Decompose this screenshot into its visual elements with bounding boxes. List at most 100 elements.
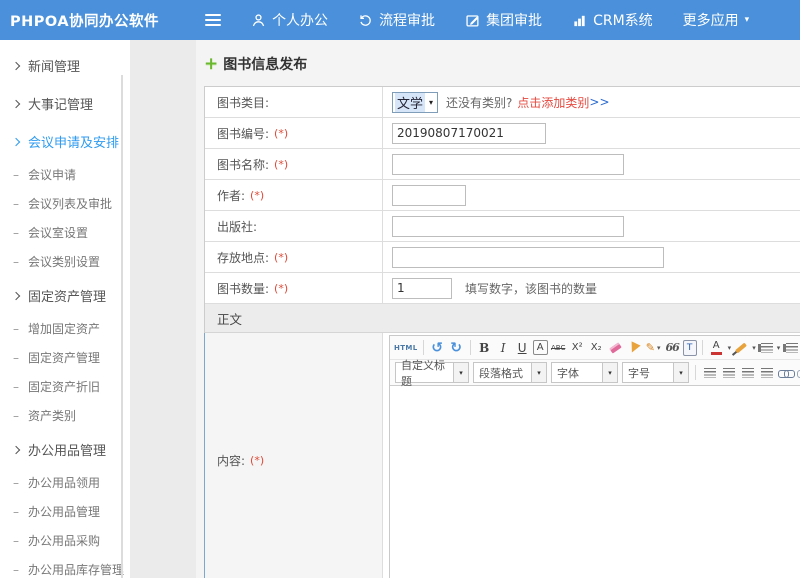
plus-icon: + (204, 56, 218, 73)
remove-link-button[interactable] (796, 363, 800, 383)
book-name-input[interactable] (392, 154, 624, 175)
font-family-select[interactable]: 字体 ▾ (551, 362, 618, 383)
ordered-list-icon (761, 343, 773, 353)
rich-text-editor: HTML ↺ ↻ B I U A ABC X² X₂ ✎ (389, 335, 800, 578)
location-input[interactable] (392, 247, 664, 268)
required-marker: (*) (274, 282, 288, 295)
align-justify-button[interactable] (758, 363, 775, 383)
field-label: 图书数量: (217, 280, 269, 297)
nav-item-crm-system[interactable]: CRM系统 (572, 10, 653, 30)
field-label: 作者: (217, 187, 245, 204)
sidebar-group-memorabilia[interactable]: 大事记管理 (0, 84, 130, 122)
sidebar-item-supplies-claim[interactable]: 办公用品领用 (0, 468, 130, 497)
chevron-right-icon (12, 99, 20, 107)
eraser-button[interactable] (607, 338, 624, 358)
align-right-button[interactable] (739, 363, 756, 383)
sidebar-group-office-supplies[interactable]: 办公用品管理 (0, 430, 130, 468)
publisher-input[interactable] (392, 216, 624, 237)
sidebar-item-asset-category[interactable]: 资产类别 (0, 401, 130, 430)
format-clear-button[interactable] (626, 338, 643, 358)
required-marker: (*) (274, 251, 288, 264)
author-input[interactable] (392, 185, 466, 206)
sidebar-item-supplies-inventory[interactable]: 办公用品库存管理 (0, 555, 130, 578)
format-painter-button[interactable]: ✎▾ (645, 338, 662, 358)
menu-toggle-icon[interactable] (205, 14, 221, 26)
sidebar-item-supplies-manage[interactable]: 办公用品管理 (0, 497, 130, 526)
sidebar-item-meeting-category[interactable]: 会议类别设置 (0, 247, 130, 276)
blockquote-button[interactable]: 66 (664, 338, 681, 358)
caret-down-icon: ▾ (531, 363, 546, 382)
nav-item-label: 流程审批 (379, 10, 435, 30)
source-code-button[interactable]: HTML (394, 338, 418, 358)
page-title: + 图书信息发布 (204, 53, 800, 75)
caret-down-icon: ▾ (745, 15, 750, 25)
caret-down-icon[interactable]: ▾ (728, 344, 732, 352)
unlink-icon (797, 368, 800, 378)
caret-down-icon[interactable]: ▾ (777, 344, 781, 352)
insert-link-button[interactable] (777, 363, 794, 383)
nav-item-label: 更多应用 (683, 10, 739, 30)
undo-button[interactable]: ↺ (429, 338, 446, 358)
font-border-button[interactable]: A (533, 340, 548, 355)
italic-button[interactable]: I (495, 338, 512, 358)
paragraph-format-select[interactable]: 段落格式 ▾ (473, 362, 547, 383)
form-row-content: 内容: (*) HTML ↺ ↻ B I U A ABC (204, 333, 800, 578)
sidebar-item-asset-depreciation[interactable]: 固定资产折旧 (0, 372, 130, 401)
broom-icon (628, 341, 641, 354)
font-size-select[interactable]: 字号 ▾ (622, 362, 689, 383)
editor-toolbar-row2: 自定义标题 ▾ 段落格式 ▾ 字体 ▾ 字号 ▾ (390, 360, 800, 386)
add-category-link[interactable]: 点击添加类别 (517, 94, 589, 111)
font-color-button[interactable]: A (708, 338, 725, 358)
form-row-book-name: 图书名称: (*) (205, 149, 800, 180)
sidebar-group-meeting[interactable]: 会议申请及安排 (0, 122, 130, 160)
caret-down-icon[interactable]: ▾ (752, 344, 756, 352)
editor-toolbar-row1: HTML ↺ ↻ B I U A ABC X² X₂ ✎ (390, 336, 800, 360)
sidebar-item-asset-manage[interactable]: 固定资产管理 (0, 343, 130, 372)
field-label: 图书名称: (217, 156, 269, 173)
book-code-input[interactable] (392, 123, 546, 144)
editor-content-area[interactable] (390, 386, 800, 578)
superscript-button[interactable]: X² (569, 338, 586, 358)
align-left-button[interactable] (701, 363, 718, 383)
sidebar-group-news[interactable]: 新闻管理 (0, 46, 130, 84)
required-marker: (*) (250, 454, 264, 467)
field-label: 存放地点: (217, 249, 269, 266)
quantity-input[interactable] (392, 278, 452, 299)
bold-button[interactable]: B (476, 338, 493, 358)
align-left-icon (704, 368, 716, 378)
caret-down-icon: ▾ (657, 344, 661, 352)
nav-item-more-apps[interactable]: 更多应用 ▾ (683, 10, 750, 30)
align-center-icon (723, 368, 735, 378)
add-category-arrows[interactable]: >> (589, 95, 609, 109)
nav-item-personal-office[interactable]: 个人办公 (251, 10, 328, 30)
sidebar-group-fixed-assets[interactable]: 固定资产管理 (0, 276, 130, 314)
redo-button[interactable]: ↻ (448, 338, 465, 358)
ordered-list-button[interactable] (757, 338, 774, 358)
strikethrough-button[interactable]: ABC (550, 338, 567, 358)
sidebar-item-meeting-list[interactable]: 会议列表及审批 (0, 189, 130, 218)
underline-button[interactable]: U (514, 338, 531, 358)
unordered-list-button[interactable] (781, 338, 798, 358)
align-center-button[interactable] (720, 363, 737, 383)
sidebar-item-supplies-purchase[interactable]: 办公用品采购 (0, 526, 130, 555)
sidebar-item-add-asset[interactable]: 增加固定资产 (0, 314, 130, 343)
quantity-hint: 填写数字，该图书的数量 (465, 280, 597, 297)
sidebar-scrollbar[interactable] (121, 75, 123, 578)
required-marker: (*) (274, 158, 288, 171)
subscript-button[interactable]: X₂ (588, 338, 605, 358)
align-right-icon (742, 368, 754, 378)
nav-item-workflow-approval[interactable]: 流程审批 (358, 10, 435, 30)
caret-down-icon: ▾ (425, 98, 437, 107)
sidebar-nav: 新闻管理 大事记管理 会议申请及安排 会议申请 会议列表及审批 会议室设置 会议… (0, 40, 130, 578)
sidebar-item-meeting-apply[interactable]: 会议申请 (0, 160, 130, 189)
category-select[interactable]: 文学 ▾ (392, 92, 438, 113)
sidebar-item-meeting-room[interactable]: 会议室设置 (0, 218, 130, 247)
field-label: 图书类目: (217, 94, 269, 111)
link-icon (778, 368, 794, 378)
paste-text-button[interactable]: T (683, 340, 697, 356)
custom-title-select[interactable]: 自定义标题 ▾ (395, 362, 469, 383)
highlight-color-button[interactable] (732, 338, 749, 358)
nav-item-group-approval[interactable]: 集团审批 (465, 10, 542, 30)
history-icon (358, 13, 373, 28)
chevron-right-icon (12, 291, 20, 299)
